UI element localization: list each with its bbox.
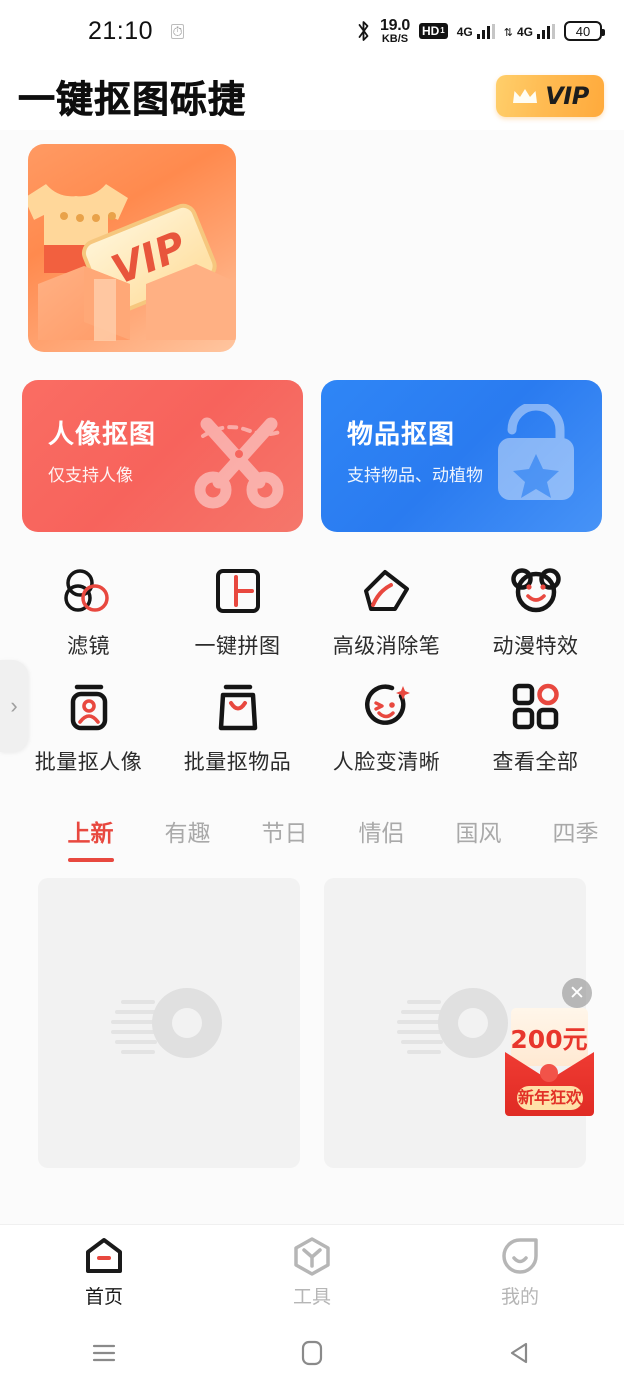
battery-icon: 40 xyxy=(564,21,605,41)
tab-youqu[interactable]: 有趣 xyxy=(139,814,236,862)
status-time: 21:10 xyxy=(88,16,154,45)
feature-view-all[interactable]: 查看全部 xyxy=(461,682,610,776)
vip-button[interactable]: VIP xyxy=(496,75,604,117)
feature-label: 动漫特效 xyxy=(492,635,579,658)
page-title: 一键抠图砾捷 xyxy=(18,78,246,122)
eraser-icon xyxy=(361,566,413,616)
back-button[interactable] xyxy=(416,1340,624,1366)
feature-collage[interactable]: 一键拼图 xyxy=(163,566,312,660)
tab-label: 国风 xyxy=(455,820,502,846)
feature-filter[interactable]: 滤镜 xyxy=(14,566,163,660)
batch-portrait-icon xyxy=(65,682,113,732)
nav-label: 首页 xyxy=(84,1287,123,1308)
feature-grid: 滤镜 一键拼图 高级消除笔 动漫特效 批量抠人像 批量抠物品 人脸变清晰 查看全… xyxy=(0,532,624,802)
data-arrows-icon: ⇅ xyxy=(503,26,513,39)
batch-object-icon xyxy=(214,682,262,732)
hd-icon: HD 1 xyxy=(418,23,448,39)
recents-button[interactable] xyxy=(0,1341,208,1365)
status-icons: 19.0 KB/S HD 1 4G ⇅ 4G 40 xyxy=(356,16,605,45)
bear-face-icon xyxy=(510,566,562,616)
battery-level: 40 xyxy=(575,23,591,39)
sim2-signal-icon: ⇅ 4G xyxy=(503,23,555,39)
triangle-left-icon xyxy=(510,1342,528,1364)
hd-label: HD xyxy=(421,24,440,38)
new-year-promo[interactable]: ✕ 200元 新年狂欢 xyxy=(497,978,602,1118)
tab-shangxin[interactable]: 上新 xyxy=(42,814,139,862)
vip-label: VIP xyxy=(545,82,589,110)
shopping-bag-star-icon xyxy=(498,404,574,500)
side-drawer-handle[interactable]: › xyxy=(0,660,28,752)
portrait-cutout-card[interactable]: 人像抠图 仅支持人像 xyxy=(22,380,303,532)
feature-batch-object[interactable]: 批量抠物品 xyxy=(163,682,312,776)
feature-eraser[interactable]: 高级消除笔 xyxy=(312,566,461,660)
feature-label: 人脸变清晰 xyxy=(332,751,441,774)
promo-badge: 新年狂欢 xyxy=(518,1088,583,1107)
tab-label: 节日 xyxy=(261,820,308,846)
feature-label: 批量抠物品 xyxy=(183,751,292,774)
template-card-1[interactable] xyxy=(38,878,300,1168)
tab-jieri[interactable]: 节日 xyxy=(236,814,333,862)
category-tabs: 上新 有趣 节日 情侣 国风 四季 xyxy=(0,802,624,862)
scissors-icon xyxy=(194,417,284,509)
nav-label: 工具 xyxy=(292,1287,331,1308)
tab-guofeng[interactable]: 国风 xyxy=(430,814,527,862)
tab-siji[interactable]: 四季 xyxy=(527,814,624,862)
profile-face-icon xyxy=(502,1238,538,1274)
alarm-icon: ⏱ xyxy=(171,23,185,39)
network-speed-unit: KB/S xyxy=(381,32,409,45)
main-action-cards: 人像抠图 仅支持人像 物品抠图 支持物品、动植物 xyxy=(0,352,624,532)
sim1-bars xyxy=(476,23,495,39)
hd-sub: 1 xyxy=(440,26,445,35)
nav-profile[interactable]: 我的 xyxy=(416,1236,624,1309)
promo-amount: 200元 xyxy=(510,1025,587,1054)
tab-label: 四季 xyxy=(552,820,599,846)
feature-label: 滤镜 xyxy=(67,635,110,658)
image-placeholder-icon xyxy=(111,988,222,1058)
tab-label: 上新 xyxy=(67,820,114,846)
close-icon[interactable]: ✕ xyxy=(562,978,592,1008)
face-enhance-icon xyxy=(361,682,413,732)
feature-label: 一键拼图 xyxy=(194,635,281,658)
grid-all-icon xyxy=(512,682,560,732)
sim1-signal-icon: 4G xyxy=(456,23,495,39)
tab-label: 情侣 xyxy=(358,820,405,846)
crown-icon xyxy=(513,89,538,103)
sim2-label: 4G xyxy=(516,24,533,39)
chevron-right-icon: › xyxy=(10,693,18,718)
nav-label: 我的 xyxy=(500,1287,539,1308)
red-packet-illustration: 200元 新年狂欢 xyxy=(505,1008,594,1116)
close-glyph: ✕ xyxy=(569,982,585,1004)
banner-area: VIP xyxy=(0,130,624,352)
feature-batch-portrait[interactable]: 批量抠人像 xyxy=(14,682,163,776)
network-speed: 19.0 KB/S xyxy=(380,16,410,45)
feature-label: 高级消除笔 xyxy=(332,635,441,658)
tools-hexagon-icon xyxy=(294,1237,330,1276)
menu-lines-icon xyxy=(92,1344,116,1362)
rounded-square-icon xyxy=(301,1340,323,1366)
vip-gift-illustration: VIP xyxy=(28,184,236,341)
sim2-bars xyxy=(537,23,555,39)
object-cutout-card[interactable]: 物品抠图 支持物品、动植物 xyxy=(321,380,602,532)
feature-face-enhance[interactable]: 人脸变清晰 xyxy=(312,682,461,776)
feature-label: 查看全部 xyxy=(492,751,579,774)
home-icon xyxy=(86,1238,122,1273)
vip-promo-banner[interactable]: VIP xyxy=(28,144,236,352)
filter-circles-icon xyxy=(62,566,116,616)
home-button[interactable] xyxy=(208,1339,416,1367)
app-root: 21:10 ⏱ 19.0 KB/S HD 1 4G ⇅ 4G 40 一键抠图砾捷… xyxy=(0,0,624,1386)
feature-label: 批量抠人像 xyxy=(34,751,143,774)
bluetooth-icon xyxy=(358,21,369,41)
tab-qinglv[interactable]: 情侣 xyxy=(333,814,430,862)
sim1-label: 4G xyxy=(456,24,473,39)
system-navigation-bar xyxy=(0,1320,624,1386)
app-header: 一键抠图砾捷 VIP xyxy=(0,62,624,130)
nav-home[interactable]: 首页 xyxy=(0,1236,208,1309)
tab-label: 有趣 xyxy=(164,820,211,846)
nav-tools[interactable]: 工具 xyxy=(208,1236,416,1309)
network-speed-value: 19.0 xyxy=(380,16,410,34)
status-bar: 21:10 ⏱ 19.0 KB/S HD 1 4G ⇅ 4G 40 xyxy=(0,0,624,62)
bottom-navigation: 首页 工具 我的 xyxy=(0,1224,624,1320)
feature-anime[interactable]: 动漫特效 xyxy=(461,566,610,660)
collage-grid-icon xyxy=(214,566,262,616)
